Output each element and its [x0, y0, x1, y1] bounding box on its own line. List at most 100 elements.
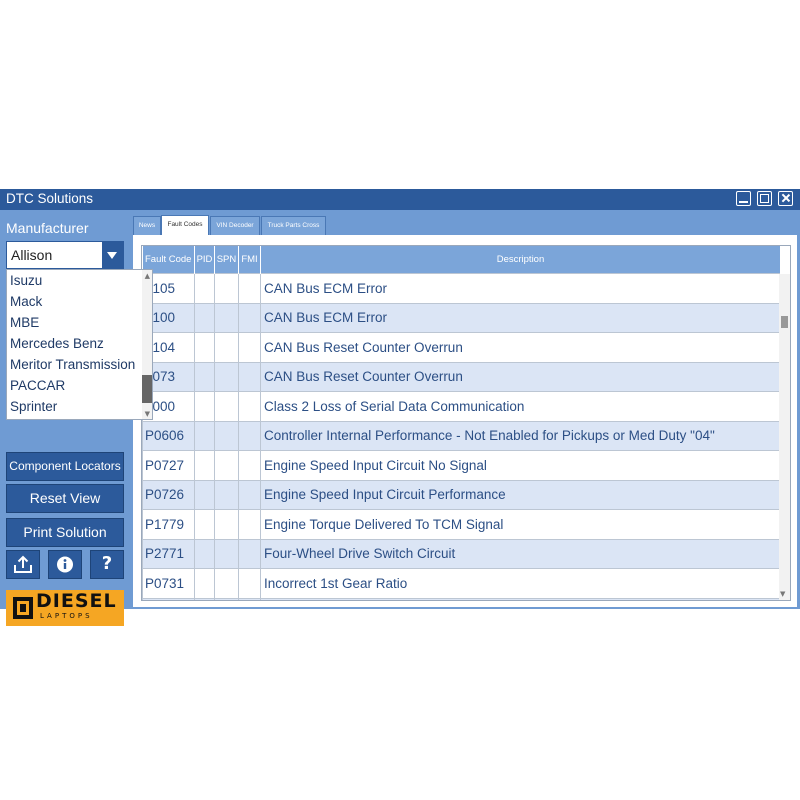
- cell-description: CAN Bus ECM Error: [260, 302, 781, 333]
- cell-pid: [194, 302, 215, 333]
- help-icon: ?: [101, 553, 113, 574]
- column-header-description[interactable]: Description: [260, 246, 781, 274]
- scroll-up-icon[interactable]: ▲: [145, 272, 150, 280]
- table-row[interactable]: P1779 Engine Torque Delivered To TCM Sign…: [142, 509, 781, 540]
- table-row[interactable]: P0731 Incorrect 1st Gear Ratio: [142, 568, 781, 599]
- logo-brand-text: DIESEL: [36, 590, 117, 612]
- cell-description: CAN Bus ECM Error: [260, 273, 781, 304]
- scroll-down-icon[interactable]: ▼: [145, 410, 150, 418]
- dropdown-option[interactable]: PACCAR: [10, 378, 65, 393]
- cell-fmi: [238, 332, 261, 363]
- cell-pid: [194, 361, 215, 392]
- cell-fault-code: P1779: [142, 509, 195, 540]
- cell-description: Engine Torque Delivered To TCM Signal: [260, 509, 781, 540]
- diesel-laptops-logo: DIESEL LAPTOPS: [6, 590, 124, 626]
- cell-spn: [214, 420, 239, 451]
- table-header-row: Fault Code PID SPN FMI Description: [142, 246, 781, 274]
- window-title: DTC Solutions: [6, 191, 94, 206]
- info-button[interactable]: [48, 550, 82, 579]
- title-bar[interactable]: DTC Solutions: [0, 189, 800, 210]
- tab-truck-parts-cross[interactable]: Truck Parts Cross: [261, 216, 326, 235]
- table-row[interactable]: 2105 CAN Bus ECM Error: [142, 273, 781, 304]
- logo-mark-icon: [13, 597, 33, 619]
- chevron-down-icon[interactable]: [102, 242, 123, 268]
- cell-description: Incorrect 1st Gear Ratio: [260, 568, 781, 599]
- tab-vin-decoder[interactable]: VIN Decoder: [210, 216, 260, 235]
- cell-spn: [214, 391, 239, 422]
- dropdown-option[interactable]: Mercedes Benz: [10, 336, 104, 351]
- grid-scroll-thumb[interactable]: [781, 316, 788, 328]
- tab-news[interactable]: News: [133, 216, 161, 235]
- cell-pid: [194, 420, 215, 451]
- scroll-down-icon[interactable]: ▼: [780, 590, 785, 598]
- cell-spn: [214, 509, 239, 540]
- cell-spn: [214, 273, 239, 304]
- cell-description: CAN Bus Reset Counter Overrun: [260, 332, 781, 363]
- dropdown-scrollbar[interactable]: ▲ ▼: [142, 270, 152, 419]
- upload-icon: [14, 555, 32, 573]
- dropdown-option[interactable]: Mack: [10, 294, 42, 309]
- cell-pid: [194, 509, 215, 540]
- table-row[interactable]: 2104 CAN Bus Reset Counter Overrun: [142, 332, 781, 363]
- reset-view-button[interactable]: Reset View: [6, 484, 124, 513]
- cell-pid: [194, 538, 215, 569]
- cell-fault-code: P0727: [142, 450, 195, 481]
- component-locators-button[interactable]: Component Locators: [6, 452, 124, 481]
- table-row[interactable]: 0073 CAN Bus Reset Counter Overrun: [142, 361, 781, 392]
- table-row[interactable]: P0727 Engine Speed Input Circuit No Signa…: [142, 450, 781, 481]
- cell-spn: [214, 479, 239, 510]
- cell-description: [260, 597, 781, 600]
- table-row[interactable]: P0606 Controller Internal Performance - N…: [142, 420, 781, 451]
- fault-codes-grid: Fault Code PID SPN FMI Description 2105 C…: [141, 245, 791, 601]
- info-icon: [57, 556, 73, 573]
- cell-fmi: [238, 391, 261, 422]
- table-row[interactable]: [142, 597, 781, 600]
- cell-fmi: [238, 568, 261, 599]
- dropdown-option[interactable]: Meritor Transmission: [10, 357, 135, 372]
- cell-fault-code: P0726: [142, 479, 195, 510]
- cell-pid: [194, 450, 215, 481]
- cell-spn: [214, 450, 239, 481]
- dropdown-scroll-thumb[interactable]: [142, 375, 152, 403]
- manufacturer-selected-value: Allison: [11, 247, 53, 263]
- cell-fmi: [238, 420, 261, 451]
- dropdown-option[interactable]: Sprinter: [10, 399, 57, 414]
- cell-description: Four-Wheel Drive Switch Circuit: [260, 538, 781, 569]
- cell-fault-code: P0731: [142, 568, 195, 599]
- main-area: News Fault Codes VIN Decoder Truck Parts…: [130, 210, 800, 609]
- table-row[interactable]: 1000 Class 2 Loss of Serial Data Communic…: [142, 391, 781, 422]
- table-row[interactable]: P2771 Four-Wheel Drive Switch Circuit: [142, 538, 781, 569]
- manufacturer-label: Manufacturer: [6, 220, 89, 236]
- upload-button[interactable]: [6, 550, 40, 579]
- cell-fmi: [238, 302, 261, 333]
- dropdown-option[interactable]: Isuzu: [10, 273, 42, 288]
- cell-pid: [194, 479, 215, 510]
- print-solution-button[interactable]: Print Solution: [6, 518, 124, 547]
- cell-fault-code: P2771: [142, 538, 195, 569]
- fault-codes-table: Fault Code PID SPN FMI Description 2105 C…: [142, 246, 781, 600]
- cell-pid: [194, 332, 215, 363]
- minimize-icon[interactable]: [736, 191, 751, 206]
- column-header-pid[interactable]: PID: [194, 246, 215, 274]
- table-row[interactable]: P0726 Engine Speed Input Circuit Performa…: [142, 479, 781, 510]
- grid-scrollbar[interactable]: ▼: [779, 274, 790, 600]
- column-header-fmi[interactable]: FMI: [238, 246, 261, 274]
- manufacturer-select[interactable]: Allison: [6, 241, 124, 269]
- help-button[interactable]: ?: [90, 550, 124, 579]
- dropdown-option[interactable]: MBE: [10, 315, 39, 330]
- cell-description: Engine Speed Input Circuit Performance: [260, 479, 781, 510]
- table-row[interactable]: 0100 CAN Bus ECM Error: [142, 302, 781, 333]
- cell-pid: [194, 273, 215, 304]
- column-header-spn[interactable]: SPN: [214, 246, 239, 274]
- cell-fmi: [238, 273, 261, 304]
- close-icon[interactable]: [778, 191, 793, 206]
- sidebar: Manufacturer Allison Isuzu Mack MBE Merc…: [0, 210, 153, 626]
- cell-fmi: [238, 509, 261, 540]
- maximize-icon[interactable]: [757, 191, 772, 206]
- cell-fault-code: P0606: [142, 420, 195, 451]
- cell-fmi: [238, 597, 261, 600]
- table-body: 2105 CAN Bus ECM Error 0100 CAN Bus ECM Err…: [142, 273, 781, 600]
- logo-sub-text: LAPTOPS: [40, 612, 93, 620]
- cell-spn: [214, 332, 239, 363]
- tab-fault-codes[interactable]: Fault Codes: [161, 215, 209, 236]
